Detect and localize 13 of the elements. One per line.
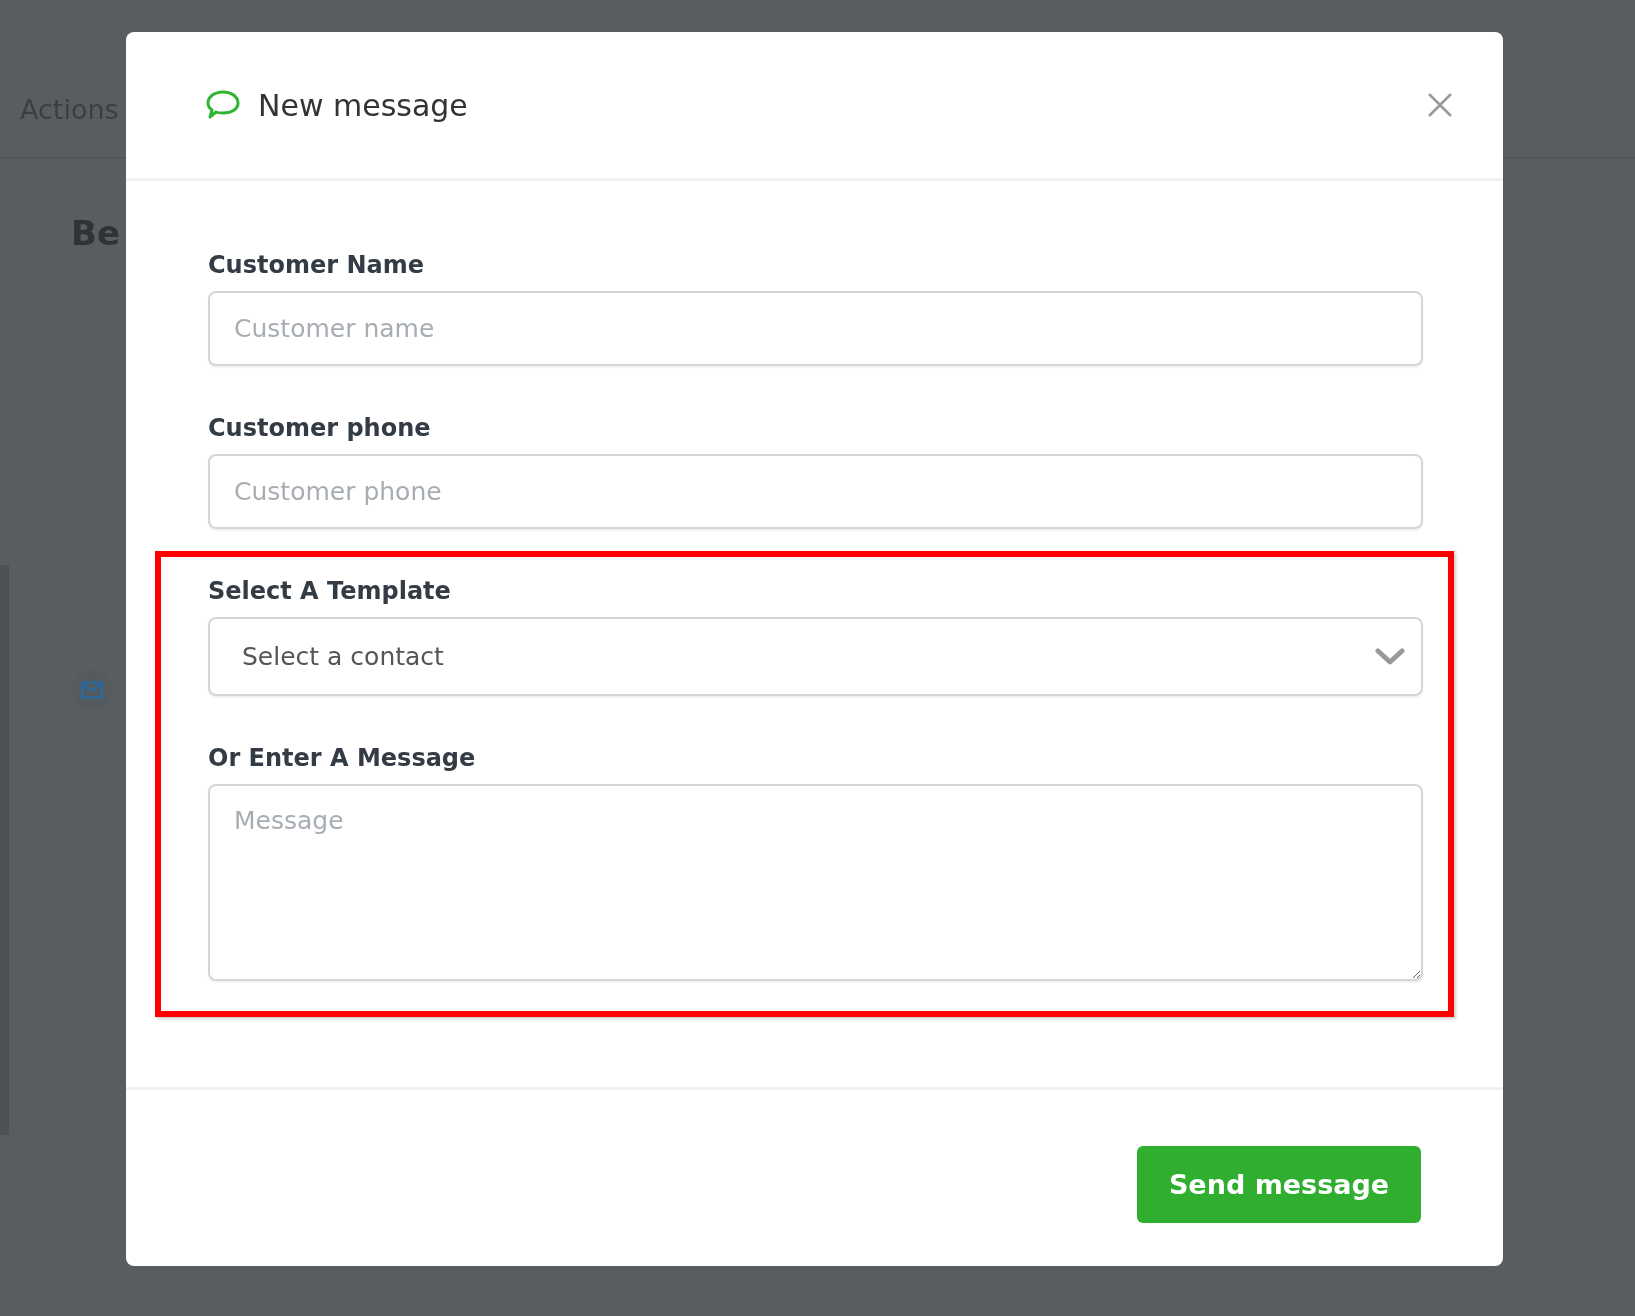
mail-icon — [72, 670, 112, 710]
dialog-title: New message — [258, 87, 469, 123]
input-field[interactable]: Customer name — [208, 291, 1423, 366]
field-label: Select A Template — [208, 577, 452, 605]
field-label: Or Enter A Message — [208, 744, 477, 772]
field-label: Customer Name — [208, 251, 425, 279]
input-field[interactable]: Customer phone — [208, 454, 1423, 529]
chevron-down-icon — [1375, 646, 1405, 667]
message-textarea[interactable]: Message — [208, 784, 1423, 981]
field-label: Customer phone — [208, 414, 432, 442]
close-icon[interactable] — [1427, 92, 1453, 118]
select-dropdown[interactable]: Select a contact — [208, 617, 1423, 696]
chat-bubble-icon — [206, 90, 240, 120]
